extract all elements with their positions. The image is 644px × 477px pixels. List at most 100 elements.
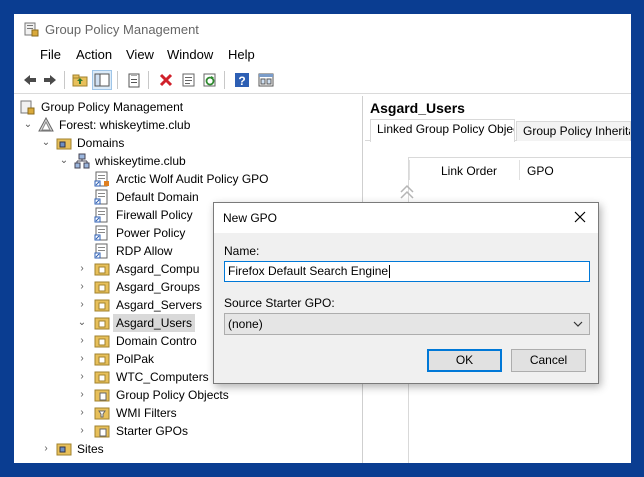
back-arrow-icon[interactable] bbox=[20, 70, 40, 90]
menu-file[interactable]: File bbox=[40, 47, 61, 62]
tree-forest[interactable]: ⌄ Forest: whiskeytime.club bbox=[22, 116, 362, 134]
starter-gpo-folder-icon bbox=[94, 425, 110, 438]
tree-item-label: Domain Contro bbox=[116, 334, 197, 348]
tree-sites-label: Sites bbox=[77, 442, 104, 456]
tab-gpo-inheritance[interactable]: Group Policy Inheritan bbox=[516, 121, 631, 141]
toolbar-separator bbox=[224, 71, 225, 89]
chevron-down-icon[interactable]: ⌄ bbox=[40, 134, 52, 152]
tab-linked-gpos[interactable]: Linked Group Policy Objects bbox=[370, 119, 515, 142]
details-title: Asgard_Users bbox=[370, 100, 465, 116]
gpo-name-input[interactable]: Firefox Default Search Engine bbox=[224, 261, 590, 282]
gpo-link-icon bbox=[94, 171, 109, 187]
tree-item-label: Default Domain bbox=[116, 190, 199, 204]
chevron-down-icon[interactable]: ⌄ bbox=[76, 314, 88, 332]
chevron-down-icon[interactable]: ⌄ bbox=[58, 152, 70, 170]
ou-folder-icon bbox=[94, 299, 110, 312]
source-starter-label: Source Starter GPO: bbox=[224, 296, 335, 310]
ou-folder-icon bbox=[94, 335, 110, 348]
chevron-right-icon[interactable]: › bbox=[76, 386, 88, 404]
menu-bar: File Action View Window Help bbox=[14, 44, 631, 66]
chevron-right-icon[interactable]: › bbox=[76, 404, 88, 422]
cancel-button[interactable]: Cancel bbox=[511, 349, 586, 372]
chevron-right-icon[interactable]: › bbox=[76, 278, 88, 296]
details-tabs: Linked Group Policy Objects Group Policy… bbox=[365, 119, 631, 142]
domain-icon bbox=[74, 153, 90, 169]
chevron-right-icon[interactable]: › bbox=[76, 332, 88, 350]
gpo-folder-icon bbox=[94, 389, 110, 402]
menu-action[interactable]: Action bbox=[76, 47, 112, 62]
chevron-right-icon[interactable]: › bbox=[76, 260, 88, 278]
tree-gpo-link[interactable]: Arctic Wolf Audit Policy GPO bbox=[94, 170, 359, 188]
name-label: Name: bbox=[224, 244, 260, 258]
tree-item-label: Asgard_Users bbox=[113, 314, 196, 332]
tree-domain-label: whiskeytime.club bbox=[95, 154, 186, 168]
tree-item-label: Starter GPOs bbox=[116, 424, 189, 438]
move-up-icon[interactable] bbox=[399, 184, 415, 202]
tree-domain[interactable]: ⌄ whiskeytime.club bbox=[58, 152, 358, 170]
help-icon[interactable]: ? bbox=[232, 70, 252, 90]
delete-icon[interactable] bbox=[156, 70, 176, 90]
properties-icon[interactable] bbox=[124, 70, 144, 90]
tree-item-label: Firewall Policy bbox=[116, 208, 193, 222]
source-starter-gpo-select[interactable]: (none) bbox=[224, 313, 590, 335]
up-folder-icon[interactable] bbox=[70, 70, 90, 90]
tree-item-label: Asgard_Servers bbox=[116, 298, 203, 312]
tree-item-label: WMI Filters bbox=[116, 406, 177, 420]
gpm-window: Group Policy Management File Action View… bbox=[14, 14, 631, 463]
export-list-icon[interactable] bbox=[179, 70, 199, 90]
tree-root-label: Group Policy Management bbox=[41, 100, 184, 114]
text-caret bbox=[389, 265, 391, 279]
tree-item-label: WTC_Computers bbox=[116, 370, 209, 384]
toolbar-separator bbox=[148, 71, 149, 89]
gpo-name-value: Firefox Default Search Engine bbox=[228, 264, 389, 278]
refresh-icon[interactable] bbox=[200, 70, 220, 90]
menu-window[interactable]: Window bbox=[167, 47, 213, 62]
ou-folder-icon bbox=[94, 263, 110, 276]
gpo-link-icon bbox=[94, 243, 108, 259]
chevron-right-icon[interactable]: › bbox=[40, 440, 52, 458]
tree-domains-label: Domains bbox=[77, 136, 125, 150]
tree-item-label: Asgard_Compu bbox=[116, 262, 200, 276]
tree-domains[interactable]: ⌄ Domains bbox=[40, 134, 360, 152]
chevron-right-icon[interactable]: › bbox=[76, 368, 88, 386]
tree-item-label: Arctic Wolf Audit Policy GPO bbox=[116, 172, 269, 186]
tree-item-label: RDP Allow bbox=[116, 244, 173, 258]
svg-text:?: ? bbox=[238, 74, 245, 88]
window-title: Group Policy Management bbox=[45, 22, 199, 37]
ou-folder-icon bbox=[94, 317, 110, 330]
tree-gpo-container[interactable]: › Group Policy Objects bbox=[76, 386, 359, 404]
ok-button[interactable]: OK bbox=[427, 349, 502, 372]
ou-folder-icon bbox=[94, 353, 110, 366]
tree-item-label: Power Policy bbox=[116, 226, 186, 240]
chevron-right-icon[interactable]: › bbox=[76, 350, 88, 368]
tree-starter-gpos[interactable]: › Starter GPOs bbox=[76, 422, 359, 440]
sites-folder-icon bbox=[56, 443, 72, 456]
wmi-folder-icon bbox=[94, 407, 110, 420]
tree-item-label: Asgard_Groups bbox=[116, 280, 201, 294]
tree-wmi-filters[interactable]: › WMI Filters bbox=[76, 404, 359, 422]
forward-arrow-icon[interactable] bbox=[40, 70, 60, 90]
toolbar: ? bbox=[14, 66, 631, 94]
chevron-down-icon bbox=[573, 321, 583, 327]
menu-view[interactable]: View bbox=[126, 47, 154, 62]
gpo-link-icon bbox=[94, 189, 108, 205]
column-separator bbox=[409, 160, 410, 180]
chevron-right-icon[interactable]: › bbox=[76, 296, 88, 314]
forest-icon bbox=[38, 117, 54, 132]
column-link-order[interactable]: Link Order bbox=[441, 164, 497, 178]
dialog-title: New GPO bbox=[223, 211, 278, 225]
gpm-app-icon bbox=[24, 22, 39, 37]
tree-root[interactable]: Group Policy Management bbox=[19, 98, 359, 116]
console-icon[interactable] bbox=[256, 70, 276, 90]
close-icon[interactable] bbox=[572, 208, 588, 226]
show-hide-tree-icon[interactable] bbox=[92, 70, 112, 90]
tree-sites[interactable]: › Sites bbox=[40, 440, 360, 458]
menu-help[interactable]: Help bbox=[228, 47, 255, 62]
gpo-link-icon bbox=[94, 225, 108, 241]
domains-folder-icon bbox=[56, 138, 72, 150]
gpm-root-icon bbox=[20, 100, 35, 115]
column-gpo[interactable]: GPO bbox=[527, 164, 554, 178]
chevron-right-icon[interactable]: › bbox=[76, 422, 88, 440]
chevron-down-icon[interactable]: ⌄ bbox=[22, 116, 34, 134]
title-bar: Group Policy Management bbox=[14, 14, 631, 44]
